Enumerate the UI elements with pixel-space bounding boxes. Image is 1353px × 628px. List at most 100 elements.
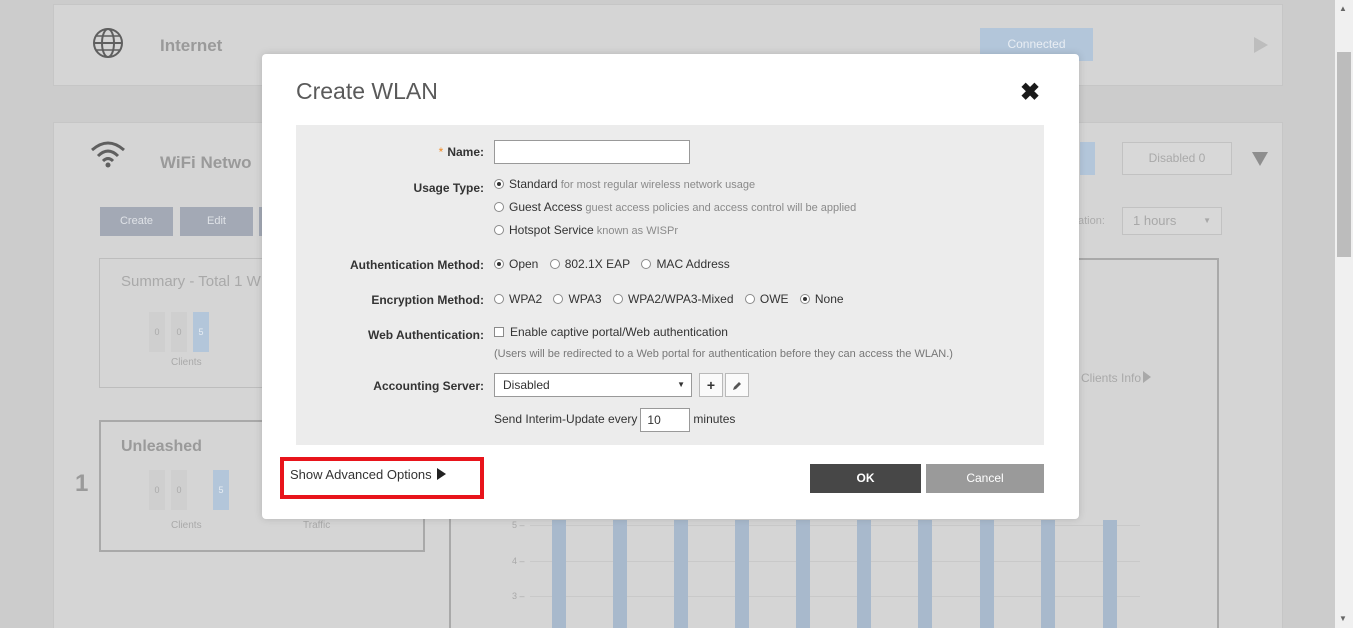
duration-value: 1 hours: [1133, 213, 1177, 228]
enc-option-label: OWE: [759, 292, 789, 306]
interim-suffix: minutes: [693, 412, 736, 427]
unleashed-clients-label: Clients: [171, 520, 202, 531]
chart-bar: [980, 520, 994, 628]
radio-icon[interactable]: [549, 259, 560, 269]
usage-guest-option[interactable]: Guest Access guest access policies and ac…: [494, 200, 856, 214]
radio-selected-icon[interactable]: [494, 179, 504, 189]
usage-standard-option[interactable]: Standard for most regular wireless networ…: [494, 177, 755, 191]
create-wlan-dialog: Create WLAN ✖ * Name: Usage Type: Standar…: [262, 54, 1079, 519]
unleashed-title: Unleashed: [121, 438, 202, 455]
wifi-active-badge: [1080, 142, 1095, 175]
interim-prefix: Send Interim-Update every: [494, 412, 638, 427]
radio-icon[interactable]: [641, 259, 652, 269]
interim-minutes-input[interactable]: 10: [640, 408, 691, 432]
name-label: * Name:: [439, 145, 484, 159]
auth-open-option[interactable]: Open: [494, 257, 538, 271]
y-tick: 3 –: [512, 591, 525, 601]
close-icon[interactable]: ✖: [1020, 78, 1040, 107]
radio-icon[interactable]: [494, 294, 504, 304]
radio-icon[interactable]: [553, 294, 564, 304]
enc-mixed-option[interactable]: WPA2/WPA3-Mixed: [612, 292, 734, 306]
unleashed-count: 0: [149, 470, 165, 510]
name-label-text: Name:: [447, 145, 484, 159]
name-input[interactable]: [494, 140, 690, 164]
radio-icon[interactable]: [744, 294, 755, 304]
web-auth-checkbox-row[interactable]: Enable captive portal/Web authentication: [494, 325, 728, 339]
unleashed-index: 1: [75, 470, 89, 497]
usage-option-label: Guest Access: [509, 200, 583, 214]
scroll-down-icon[interactable]: ▼: [1339, 614, 1347, 623]
chart-bar: [1103, 520, 1117, 628]
auth-option-label: MAC Address: [656, 257, 730, 271]
radio-selected-icon[interactable]: [494, 259, 504, 269]
radio-icon[interactable]: [494, 225, 504, 235]
cancel-button[interactable]: Cancel: [926, 464, 1044, 493]
auth-method-label: Authentication Method:: [350, 258, 484, 272]
pencil-glyph: [733, 382, 741, 390]
chart-bar: [552, 520, 566, 628]
radio-icon[interactable]: [612, 294, 623, 304]
summary-title: Summary - Total 1 W: [121, 273, 261, 290]
duration-select[interactable]: 1 hours ▼: [1122, 207, 1222, 235]
enc-wpa2-option[interactable]: WPA2: [494, 292, 542, 306]
accounting-server-label: Accounting Server:: [373, 379, 484, 393]
pencil-icon[interactable]: [725, 373, 749, 397]
radio-selected-icon[interactable]: [799, 294, 810, 304]
summary-count: 0: [149, 312, 165, 352]
dialog-title: Create WLAN: [296, 78, 438, 104]
duration-label: ation:: [1078, 215, 1105, 227]
advanced-options-label: Show Advanced Options: [290, 467, 432, 482]
wlan-form: * Name: Usage Type: Standard for most regu…: [296, 125, 1044, 445]
chart-bar: [796, 520, 810, 628]
auth-8021x-option[interactable]: 802.1X EAP: [549, 257, 631, 271]
usage-option-hint: guest access policies and access control…: [585, 202, 857, 214]
usage-option-label: Standard: [509, 177, 558, 191]
play-right-icon: [436, 468, 446, 480]
enc-option-label: WPA2/WPA3-Mixed: [627, 292, 734, 306]
create-wlan-button[interactable]: Create: [100, 207, 173, 236]
globe-icon: [93, 28, 123, 58]
enc-owe-option[interactable]: OWE: [744, 292, 789, 306]
chart-bar: [1041, 520, 1055, 628]
enc-option-label: None: [814, 292, 844, 306]
chart-bar: [735, 520, 749, 628]
interim-update-row: Send Interim-Update every 10 minutes: [494, 408, 735, 432]
expand-right-icon[interactable]: [1254, 37, 1268, 53]
auth-option-label: 802.1X EAP: [564, 257, 631, 271]
usage-option-hint: for most regular wireless network usage: [560, 179, 756, 191]
enc-option-label: WPA2: [509, 292, 543, 306]
auth-method-options: Open 802.1X EAP MAC Address: [494, 257, 738, 271]
wifi-icon: [91, 141, 125, 168]
internet-title: Internet: [160, 36, 223, 55]
y-tick: 4 –: [512, 556, 525, 566]
wifi-title: WiFi Netwo: [160, 153, 252, 172]
enc-wpa3-option[interactable]: WPA3: [553, 292, 602, 306]
usage-hotspot-option[interactable]: Hotspot Service known as WISPr: [494, 223, 678, 237]
scroll-up-icon[interactable]: ▲: [1339, 4, 1347, 13]
edit-wlan-button[interactable]: Edit: [180, 207, 253, 236]
unleashed-count: 5: [213, 470, 229, 510]
accounting-server-select[interactable]: Disabled ▼: [494, 373, 692, 397]
chart-bar: [674, 520, 688, 628]
encryption-method-options: WPA2 WPA3 WPA2/WPA3-Mixed OWE None: [494, 292, 852, 306]
encryption-method-label: Encryption Method:: [371, 293, 484, 307]
plus-icon[interactable]: +: [699, 373, 723, 397]
accounting-server-value: Disabled: [503, 378, 550, 392]
enc-none-option[interactable]: None: [799, 292, 844, 306]
enc-option-label: WPA3: [568, 292, 602, 306]
auth-mac-option[interactable]: MAC Address: [641, 257, 730, 271]
collapse-down-icon[interactable]: [1252, 152, 1268, 166]
web-auth-note: (Users will be redirected to a Web porta…: [494, 348, 953, 360]
usage-type-label: Usage Type:: [413, 181, 484, 195]
show-advanced-options-link[interactable]: Show Advanced Options: [280, 457, 484, 499]
chart-bar: [857, 520, 871, 628]
caret-down-icon: ▼: [1203, 216, 1211, 225]
web-auth-checkbox-label: Enable captive portal/Web authentication: [510, 325, 728, 339]
web-auth-label: Web Authentication:: [368, 328, 484, 342]
radio-icon[interactable]: [494, 202, 504, 212]
ok-button[interactable]: OK: [810, 464, 921, 493]
scrollbar-thumb[interactable]: [1337, 52, 1351, 257]
checkbox-icon[interactable]: [494, 327, 504, 337]
unleashed-count: 0: [171, 470, 187, 510]
chart-bar: [918, 520, 932, 628]
